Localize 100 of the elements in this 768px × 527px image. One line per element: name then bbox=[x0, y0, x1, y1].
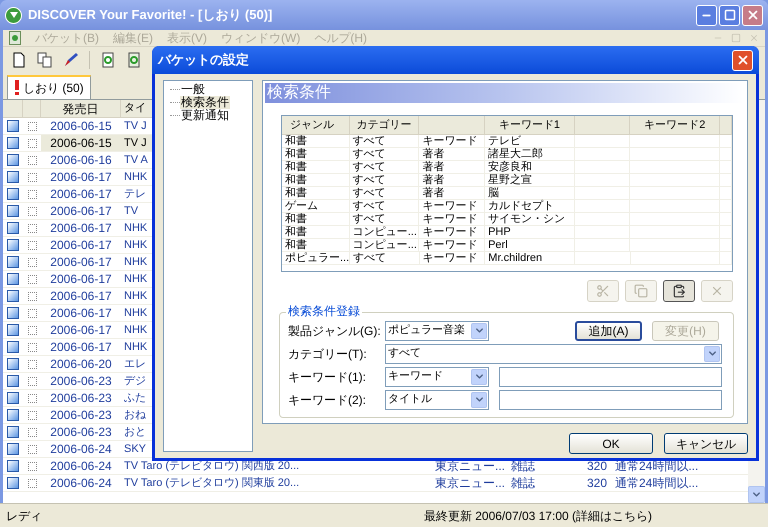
status-icon bbox=[7, 256, 19, 268]
checkbox[interactable] bbox=[28, 360, 36, 368]
date-cell: 2006-06-15 bbox=[50, 137, 112, 149]
column-header[interactable]: カテゴリー bbox=[356, 120, 412, 130]
field-label: キーワード(2): bbox=[288, 394, 367, 406]
checkbox[interactable] bbox=[28, 240, 36, 250]
checkbox[interactable] bbox=[28, 326, 36, 334]
tree-item[interactable]: 更新通知 bbox=[180, 109, 230, 122]
section-title: 検索条件 bbox=[267, 85, 331, 101]
ok-button[interactable]: OK bbox=[569, 433, 653, 454]
dropdown-field[interactable]: タイトル bbox=[385, 390, 489, 410]
date-cell: 2006-06-23 bbox=[50, 375, 112, 387]
checkbox[interactable] bbox=[28, 394, 36, 402]
status-icon bbox=[7, 154, 19, 166]
dropdown-field[interactable]: ポピュラー音楽 bbox=[385, 320, 489, 340]
checkbox[interactable] bbox=[28, 274, 36, 284]
table-cell: ゲーム bbox=[285, 200, 318, 212]
column-header[interactable]: ジャンル bbox=[290, 120, 334, 130]
status-icon bbox=[7, 205, 19, 217]
checkbox[interactable] bbox=[28, 258, 36, 266]
date-cell: 2006-06-17 bbox=[50, 290, 112, 302]
tree-item[interactable]: 検索条件 bbox=[180, 96, 230, 109]
checkbox[interactable] bbox=[28, 376, 36, 386]
date-cell: 2006-06-24 bbox=[50, 443, 112, 455]
scissors-icon bbox=[596, 284, 610, 298]
column-header[interactable]: 発売日 bbox=[62, 100, 98, 118]
title-cell: NHK bbox=[124, 222, 148, 234]
table-cell: コンピュー... bbox=[352, 226, 417, 238]
date-cell: 2006-06-23 bbox=[50, 409, 112, 421]
dropdown-field[interactable]: キーワード bbox=[385, 366, 489, 386]
status-icon bbox=[7, 120, 19, 132]
table-cell: 著者 bbox=[422, 148, 444, 160]
minimize-button[interactable] bbox=[696, 4, 717, 26]
title-cell: おと bbox=[124, 426, 146, 438]
status-icon bbox=[7, 222, 19, 234]
tree-item[interactable]: 一般 bbox=[180, 83, 206, 96]
cancel-button[interactable]: キャンセル bbox=[664, 433, 748, 454]
close-icon bbox=[746, 8, 760, 22]
copy-icon[interactable] bbox=[37, 52, 53, 68]
table-cell: すべて bbox=[352, 148, 386, 160]
title-cell: エレ bbox=[124, 358, 146, 370]
clipboard-icon bbox=[672, 284, 686, 298]
column-header[interactable]: キーワード1 bbox=[498, 120, 560, 130]
table-cell: すべて bbox=[353, 252, 386, 264]
tab[interactable]: しおり (50) bbox=[7, 75, 91, 99]
checkbox[interactable] bbox=[28, 156, 36, 164]
table-cell: 320 bbox=[586, 476, 607, 490]
close-icon bbox=[736, 53, 750, 67]
checkbox[interactable] bbox=[28, 428, 36, 436]
date-cell: 2006-06-17 bbox=[50, 222, 112, 234]
new-document-icon[interactable] bbox=[11, 52, 27, 68]
keyword-input[interactable] bbox=[499, 390, 722, 410]
keyword-input[interactable] bbox=[499, 366, 722, 386]
checkbox[interactable] bbox=[28, 224, 36, 232]
table-cell: キーワード bbox=[422, 240, 478, 250]
table-cell: 東京ニュー... bbox=[435, 459, 506, 473]
date-cell: 2006-06-20 bbox=[50, 358, 112, 370]
table-cell: 和書 bbox=[285, 214, 307, 224]
dialog-title: バケットの設定 bbox=[158, 51, 249, 70]
status-icon bbox=[7, 273, 19, 285]
checkbox[interactable] bbox=[28, 478, 36, 488]
checkbox[interactable] bbox=[28, 172, 36, 182]
checkbox[interactable] bbox=[28, 342, 36, 352]
checkbox[interactable] bbox=[28, 122, 36, 130]
close-button[interactable] bbox=[732, 50, 753, 70]
table-cell: 著者 bbox=[422, 174, 444, 186]
checkbox[interactable] bbox=[28, 138, 36, 148]
field-label: カテゴリー(T): bbox=[288, 348, 368, 360]
table-cell: 和書 bbox=[285, 240, 307, 250]
checkbox[interactable] bbox=[28, 206, 36, 216]
checkbox[interactable] bbox=[28, 292, 36, 300]
checkbox[interactable] bbox=[28, 410, 36, 420]
table-cell: カルドセプト bbox=[488, 200, 554, 212]
table-cell: 諸星大二郎 bbox=[488, 148, 544, 160]
checkbox[interactable] bbox=[28, 190, 36, 198]
add-button[interactable]: 追加(A) bbox=[575, 320, 642, 340]
pen-icon[interactable] bbox=[63, 52, 79, 68]
table-cell: 安彦良和 bbox=[488, 162, 532, 172]
checkbox[interactable] bbox=[28, 462, 36, 470]
checkbox[interactable] bbox=[28, 444, 36, 454]
column-header[interactable]: タイ bbox=[124, 102, 146, 114]
checkbox[interactable] bbox=[28, 308, 36, 318]
title-cell: NHK bbox=[124, 256, 148, 268]
scroll-down-icon[interactable] bbox=[748, 486, 765, 503]
title-cell: NHK bbox=[124, 308, 148, 318]
table-cell: 脳 bbox=[488, 188, 500, 198]
table-cell: Perl bbox=[488, 240, 508, 250]
table-cell: すべて bbox=[352, 188, 386, 198]
toolbar-button[interactable] bbox=[663, 280, 695, 302]
column-header[interactable]: キーワード2 bbox=[644, 120, 706, 130]
status-icon bbox=[7, 290, 19, 302]
status-icon bbox=[7, 460, 19, 472]
close-button[interactable] bbox=[742, 4, 763, 26]
table-cell: すべて bbox=[352, 136, 386, 146]
dropdown-field[interactable]: すべて bbox=[385, 344, 722, 364]
title-cell: TV Taro (テレビタロウ) 関東版 20... bbox=[124, 478, 300, 488]
status-icon bbox=[7, 239, 19, 251]
document-icon bbox=[9, 31, 21, 45]
date-cell: 2006-06-17 bbox=[50, 188, 112, 200]
maximize-button[interactable] bbox=[719, 4, 740, 26]
